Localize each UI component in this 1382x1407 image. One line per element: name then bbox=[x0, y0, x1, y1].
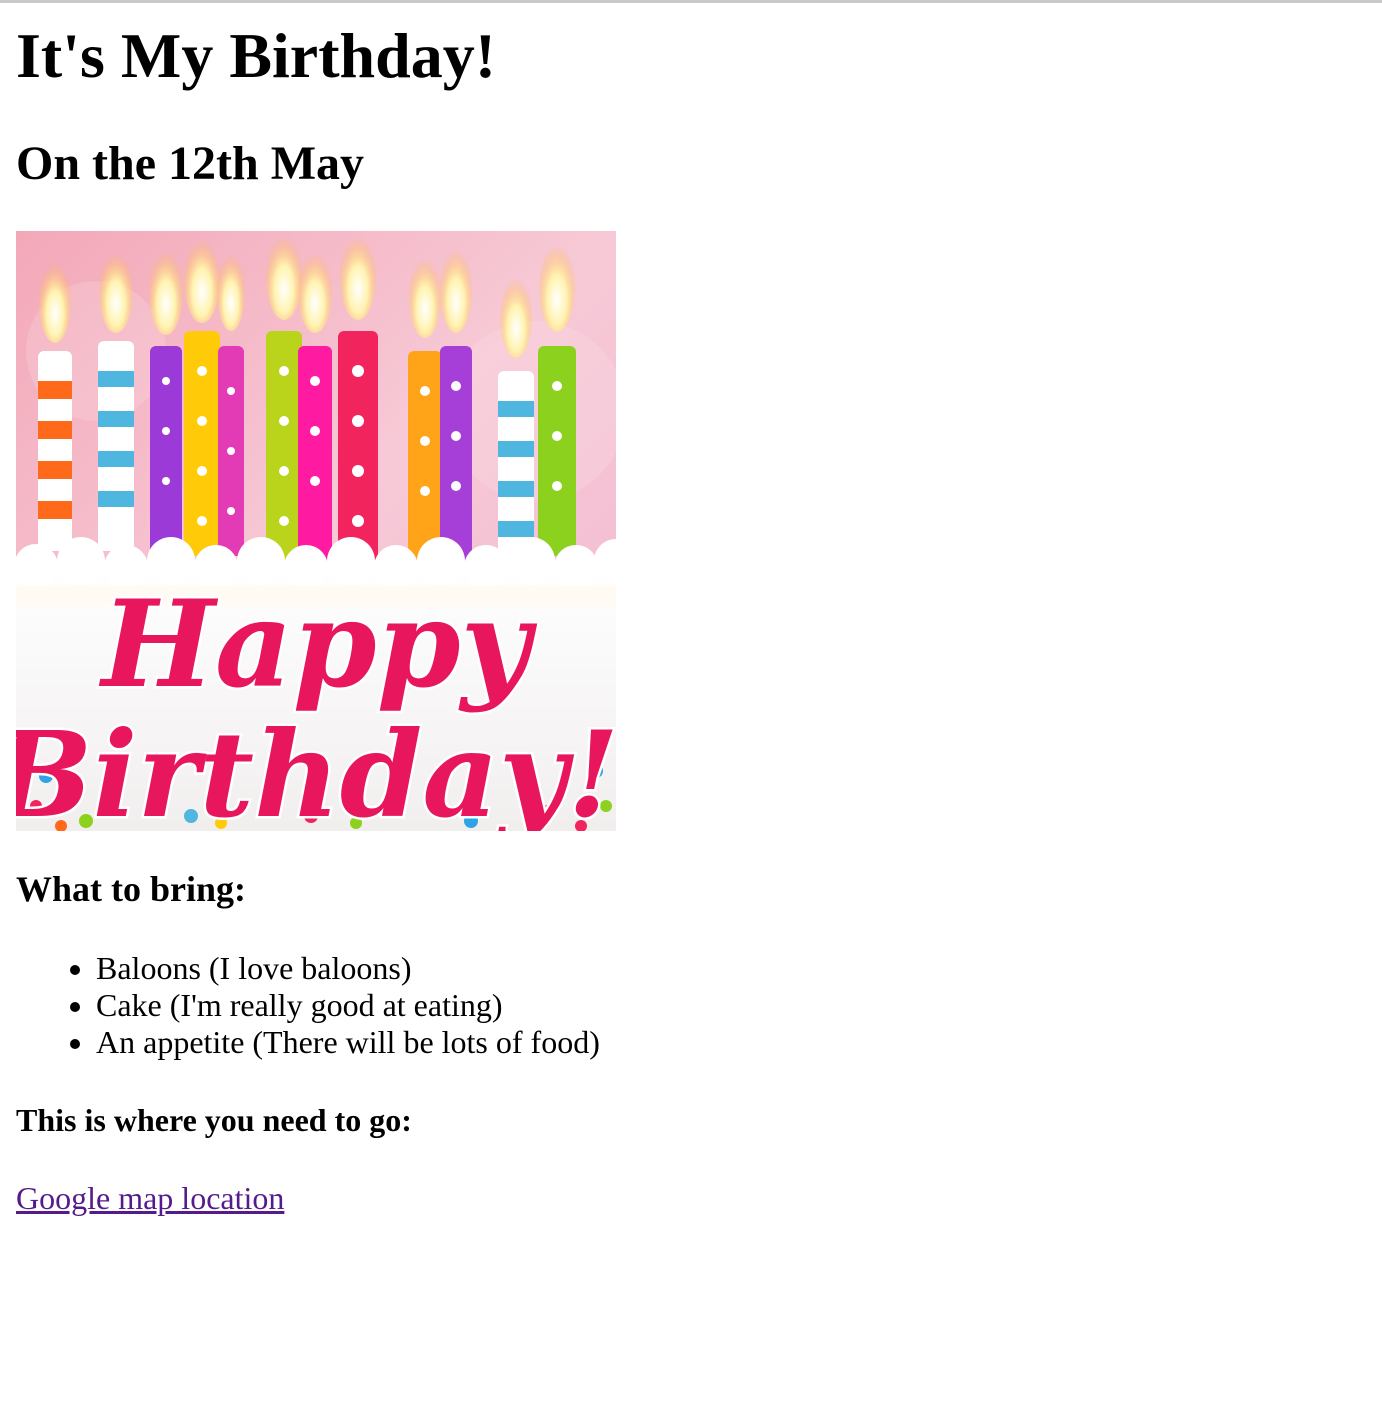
google-map-link[interactable]: Google map location bbox=[16, 1182, 284, 1214]
image-text-birthday: Birthday! bbox=[16, 705, 616, 831]
page-title: It's My Birthday! bbox=[16, 20, 496, 91]
page-subtitle: On the 12th May bbox=[16, 137, 364, 190]
window-top-border bbox=[0, 0, 1382, 3]
directions-heading: This is where you need to go: bbox=[16, 1102, 412, 1138]
list-item: Cake (I'm really good at eating) bbox=[96, 987, 600, 1024]
birthday-cake-image: Happy Birthday! bbox=[16, 231, 616, 831]
what-to-bring-heading: What to bring: bbox=[16, 869, 247, 909]
list-item: An appetite (There will be lots of food) bbox=[96, 1024, 600, 1061]
list-item: Baloons (I love baloons) bbox=[96, 950, 600, 987]
image-text-happy: Happy bbox=[99, 574, 538, 715]
bring-list: Baloons (I love baloons) Cake (I'm reall… bbox=[16, 950, 600, 1061]
